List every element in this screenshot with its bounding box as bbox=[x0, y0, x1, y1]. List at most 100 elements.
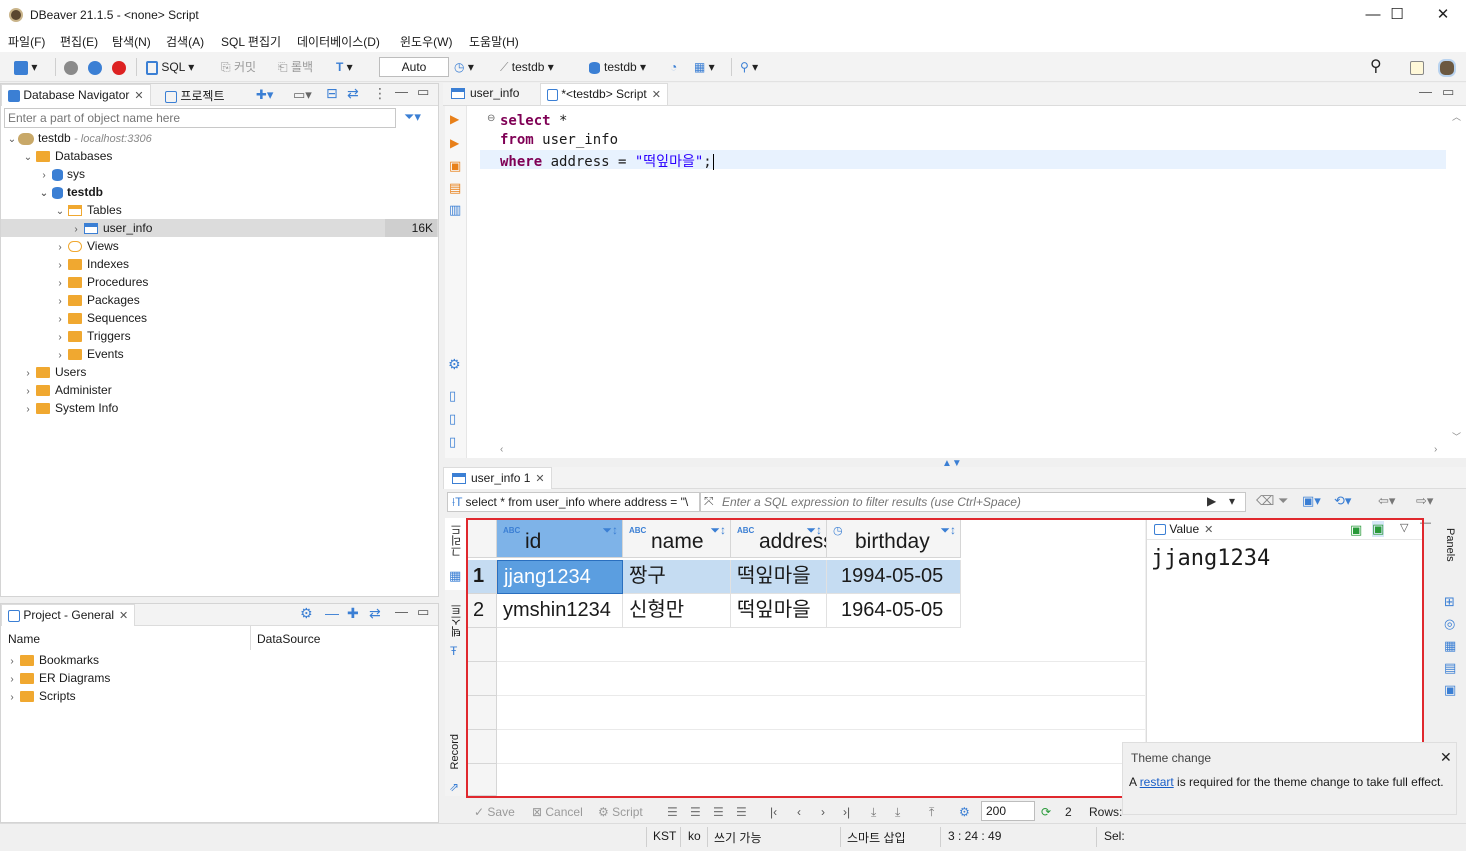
tree-db-testdb[interactable]: ⌄ testdb bbox=[38, 183, 103, 201]
expand-filter-icon[interactable]: ⤧ bbox=[704, 494, 714, 509]
tree-table-user-info-row[interactable] bbox=[1, 219, 438, 237]
grid-corner[interactable] bbox=[468, 520, 497, 558]
connect-icon[interactable] bbox=[64, 58, 78, 76]
menu-window[interactable]: 윈도우(W) bbox=[400, 33, 452, 50]
history-forward-icon[interactable]: ⇨▾ bbox=[1416, 493, 1433, 509]
project-er-diagrams[interactable]: › ER Diagrams bbox=[6, 669, 110, 687]
collapse-all-icon[interactable]: ⊟ bbox=[326, 85, 338, 102]
save-script-icon[interactable]: ▯ bbox=[449, 434, 456, 450]
next-page-icon[interactable]: › bbox=[821, 803, 825, 821]
tree-events[interactable]: › Events bbox=[54, 345, 123, 363]
transaction-mode-icon[interactable]: T ▾ bbox=[336, 58, 353, 76]
tree-packages[interactable]: › Packages bbox=[54, 291, 139, 309]
panel-metadata-icon[interactable]: ◎ bbox=[1444, 616, 1455, 632]
cancel-button[interactable]: ⊠ Cancel bbox=[532, 803, 583, 821]
menu-navigate[interactable]: 탐색(N) bbox=[112, 33, 151, 50]
new-folder-icon[interactable]: ▭▾ bbox=[293, 87, 312, 103]
menu-sql-editor[interactable]: SQL 편집기 bbox=[221, 33, 281, 50]
tab-record[interactable]: Record ⇗ bbox=[445, 728, 466, 794]
cell-id-1[interactable]: jjang1234 bbox=[497, 560, 623, 594]
prev-page-icon[interactable]: ‹ bbox=[797, 803, 801, 821]
close-button[interactable]: ✕ bbox=[1420, 0, 1466, 30]
maximize-view-icon[interactable]: ▭ bbox=[417, 84, 429, 100]
refresh-icon[interactable]: ⟳ bbox=[1041, 803, 1051, 821]
column-header-birthday[interactable]: ◷ ⏷↕ birthday bbox=[827, 520, 961, 558]
link-editor-icon[interactable]: ⇄ bbox=[347, 85, 359, 102]
export-data-icon[interactable]: ⤒ bbox=[929, 803, 934, 821]
fetch-next-icon[interactable]: ⤓ bbox=[871, 803, 876, 821]
edit-row-icon[interactable]: ☰ bbox=[667, 803, 678, 821]
auto-commit-mode[interactable]: Auto bbox=[379, 57, 449, 77]
active-datasource-selector[interactable]: ⟋ testdb ▾ bbox=[500, 58, 554, 76]
link-icon[interactable]: ⇄ bbox=[369, 605, 381, 622]
menu-file[interactable]: 파일(F) bbox=[8, 33, 45, 50]
cell-id-2[interactable]: ymshin1234 bbox=[497, 594, 623, 628]
tab-user-info-1[interactable]: user_info 1 ✕ bbox=[443, 467, 552, 489]
sql-editor-button[interactable]: SQL ▾ bbox=[146, 58, 194, 76]
fetch-all-icon[interactable]: ⤓ bbox=[895, 803, 900, 821]
minimize-view-icon[interactable]: — bbox=[395, 604, 408, 619]
filter-history-icon[interactable]: ▾ bbox=[1229, 494, 1235, 508]
execute-script-icon[interactable]: ▶ bbox=[450, 136, 459, 150]
column-header-id[interactable]: ABC ⏷↕ id bbox=[497, 520, 623, 558]
editor-vertical-scrollbar[interactable]: ︿ ﹀ bbox=[1452, 108, 1464, 442]
copy-row-icon[interactable]: ☰ bbox=[713, 803, 724, 821]
script-button[interactable]: ⚙ Script bbox=[598, 803, 643, 821]
expand-icon[interactable]: ✚ bbox=[347, 605, 359, 622]
tree-sequences[interactable]: › Sequences bbox=[54, 309, 147, 327]
tree-tables[interactable]: ⌄ Tables bbox=[54, 201, 122, 219]
column-datasource-header[interactable]: DataSource bbox=[257, 632, 320, 646]
new-connection-icon[interactable]: ▾ bbox=[14, 58, 37, 76]
tab-projects[interactable]: 프로젝트 bbox=[159, 84, 231, 106]
panel-properties-icon[interactable]: ⊞ bbox=[1444, 594, 1455, 610]
tree-db-sys[interactable]: › sys bbox=[38, 165, 85, 183]
maximize-editor-icon[interactable]: ▭ bbox=[1442, 84, 1454, 100]
panels-toggle[interactable]: Panels bbox=[1444, 528, 1456, 562]
apply-filter-icon[interactable]: ▶ bbox=[1207, 494, 1216, 508]
tree-system-info[interactable]: › System Info bbox=[22, 399, 118, 417]
tasks-icon[interactable]: ▦ ▾ bbox=[694, 58, 715, 76]
tab-grid[interactable]: 그리드 ▦ bbox=[445, 518, 466, 590]
dashboard-icon[interactable]: ◔ bbox=[670, 58, 677, 76]
cell-birthday-1[interactable]: 1994-05-05 bbox=[827, 560, 961, 594]
minimize-results-icon[interactable]: — bbox=[1420, 517, 1431, 529]
search-tool-icon[interactable]: ⚲ ▾ bbox=[740, 58, 758, 76]
project-scripts[interactable]: › Scripts bbox=[6, 687, 75, 705]
save-button[interactable]: ✓ Save bbox=[474, 803, 515, 821]
collapse-icon[interactable]: — bbox=[325, 605, 339, 621]
value-content[interactable]: jjang1234 bbox=[1151, 546, 1270, 571]
value-view-menu-icon[interactable]: ▽ bbox=[1400, 521, 1408, 534]
tree-databases[interactable]: ⌄ Databases bbox=[22, 147, 113, 165]
editor-horizontal-scrollbar[interactable]: ‹ › bbox=[500, 444, 1445, 456]
tab-user-info[interactable]: user_info bbox=[443, 83, 525, 105]
search-icon[interactable]: ⚲ bbox=[1370, 58, 1382, 76]
row-number-2[interactable]: 2 bbox=[468, 594, 497, 628]
view-menu-icon[interactable]: ⋮ bbox=[373, 85, 387, 102]
menu-search[interactable]: 검색(A) bbox=[166, 33, 204, 50]
navigator-filter-input[interactable] bbox=[4, 108, 396, 128]
column-header-name[interactable]: ABC ⏷↕ name bbox=[623, 520, 731, 558]
new-connection-icon[interactable]: ✚▾ bbox=[256, 87, 273, 103]
cell-name-2[interactable]: 신형만 bbox=[623, 594, 731, 628]
auto-apply-icon[interactable]: ▣ bbox=[1372, 521, 1385, 537]
refresh-mode-icon[interactable]: ⟲▾ bbox=[1334, 493, 1351, 509]
minimize-editor-icon[interactable]: — bbox=[1419, 84, 1432, 99]
minimize-view-icon[interactable]: — bbox=[395, 84, 408, 99]
tree-procedures[interactable]: › Procedures bbox=[54, 273, 148, 291]
column-header-address[interactable]: ABC ⏷↕ address bbox=[731, 520, 827, 558]
notification-close-icon[interactable]: ✕ bbox=[1440, 749, 1452, 766]
load-plan-icon[interactable]: ▥ bbox=[449, 202, 461, 218]
disconnect-icon[interactable] bbox=[112, 58, 126, 76]
tree-indexes[interactable]: › Indexes bbox=[54, 255, 129, 273]
load-script-icon[interactable]: ▯ bbox=[449, 411, 456, 427]
maximize-view-icon[interactable]: ▭ bbox=[417, 604, 429, 620]
cell-name-1[interactable]: 짱구 bbox=[623, 560, 731, 594]
open-perspective-icon[interactable] bbox=[1410, 58, 1424, 76]
tab-text[interactable]: 텍스트 Ŧ bbox=[445, 598, 466, 662]
tree-triggers[interactable]: › Triggers bbox=[54, 327, 130, 345]
history-back-icon[interactable]: ⇦▾ bbox=[1378, 493, 1395, 509]
fetch-size-input[interactable]: 200 bbox=[981, 801, 1035, 821]
commit-button[interactable]: ⎘ 커밋 bbox=[221, 58, 256, 76]
first-page-icon[interactable]: |‹ bbox=[770, 803, 777, 821]
tab-testdb-script[interactable]: *<testdb> Script ✕ bbox=[540, 83, 668, 105]
